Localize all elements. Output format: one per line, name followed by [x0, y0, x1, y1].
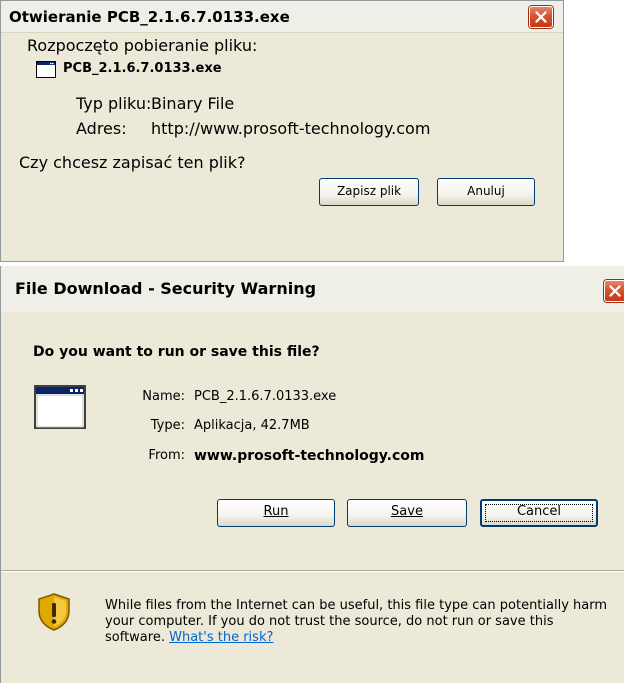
type-value: Aplikacja, 42.7MB	[194, 418, 310, 433]
save-label: Save	[391, 504, 423, 519]
run-save-question: Do you want to run or save this file?	[33, 344, 320, 360]
application-file-icon	[36, 61, 56, 78]
intro-text: Rozpoczęto pobieranie pliku:	[27, 36, 258, 55]
name-value: PCB_2.1.6.7.0133.exe	[194, 389, 337, 404]
run-button[interactable]: Run	[217, 499, 335, 527]
from-label: From:	[148, 448, 185, 463]
from-value: www.prosoft-technology.com	[194, 448, 425, 464]
address-label: Adres:	[76, 119, 127, 138]
title-bar[interactable]: File Download - Security Warning	[1, 266, 624, 312]
divider	[1, 570, 624, 572]
whats-the-risk-link[interactable]: What's the risk?	[169, 630, 273, 645]
focus-rectangle	[485, 504, 593, 522]
save-button[interactable]: Save	[347, 499, 467, 527]
close-icon	[535, 11, 547, 23]
save-file-button[interactable]: Zapisz plik	[319, 178, 419, 206]
window-title: File Download - Security Warning	[15, 279, 317, 298]
security-warning-dialog: File Download - Security Warning Do you …	[0, 266, 624, 683]
cancel-button[interactable]: Cancel	[480, 499, 598, 527]
save-file-label: Zapisz plik	[336, 184, 402, 198]
address-value: http://www.prosoft-technology.com	[151, 119, 431, 138]
type-label: Type:	[150, 418, 185, 433]
title-bar[interactable]: Otwieranie PCB_2.1.6.7.0133.exe	[1, 1, 563, 33]
type-label: Typ pliku:	[76, 94, 152, 113]
cancel-label: Anuluj	[467, 184, 505, 198]
file-name: PCB_2.1.6.7.0133.exe	[63, 61, 222, 76]
save-question: Czy chcesz zapisać ten plik?	[19, 153, 246, 172]
close-icon	[609, 285, 621, 297]
cancel-button[interactable]: Anuluj	[437, 178, 535, 206]
window-title: Otwieranie PCB_2.1.6.7.0133.exe	[9, 8, 290, 26]
run-label: Run	[263, 504, 289, 519]
close-button[interactable]	[604, 280, 624, 302]
security-warning-text: While files from the Internet can be use…	[105, 598, 615, 646]
close-button[interactable]	[529, 6, 553, 28]
name-label: Name:	[142, 389, 185, 404]
type-value: Binary File	[151, 94, 235, 113]
security-shield-icon	[38, 593, 70, 631]
download-dialog-pl: Otwieranie PCB_2.1.6.7.0133.exe Rozpoczę…	[0, 0, 564, 262]
application-file-icon	[34, 385, 86, 429]
